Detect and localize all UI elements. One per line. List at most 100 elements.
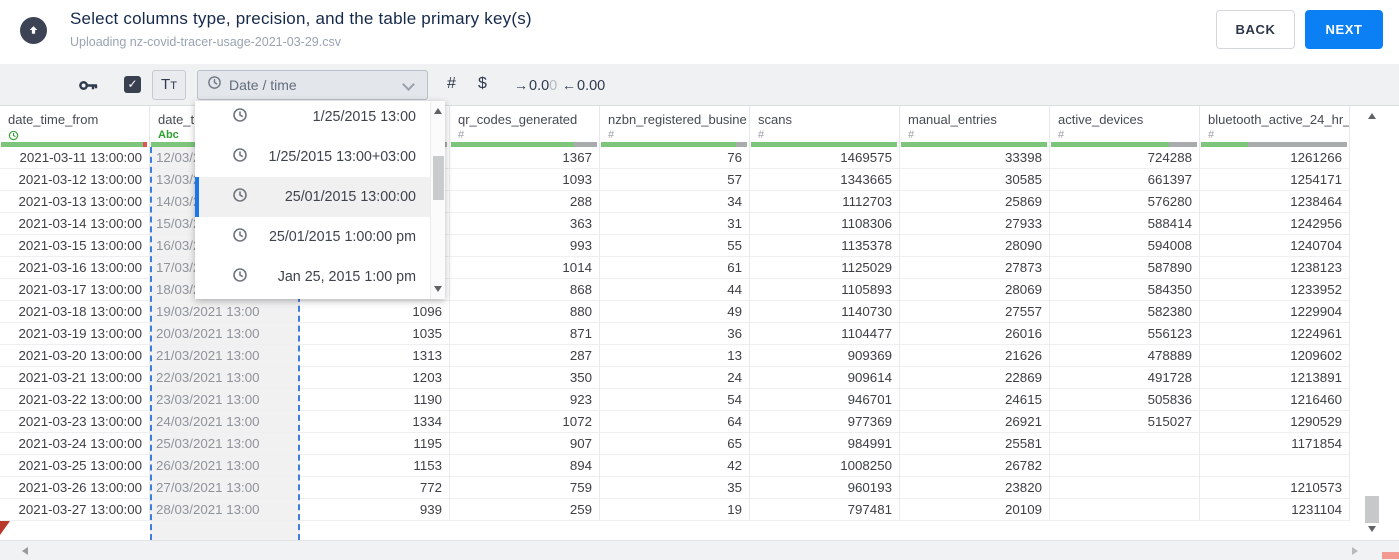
dropdown-option-label: 1/25/2015 13:00+03:00	[268, 149, 416, 165]
table-cell: 35	[600, 477, 750, 499]
table-cell: 44	[600, 279, 750, 301]
table-cell: 23/03/2021 13:00	[152, 389, 298, 411]
table-cell: 24	[600, 367, 750, 389]
next-button[interactable]: NEXT	[1305, 10, 1383, 49]
dropdown-scrollbar[interactable]	[430, 101, 445, 299]
dropdown-option-label: Jan 25, 2015 1:00 pm	[277, 269, 416, 285]
column-header[interactable]: date_time_from	[0, 106, 150, 147]
column-cells: 724288 661397 576280 588414 594008 587890 5843…	[1050, 147, 1200, 540]
dropdown-option[interactable]: 25/01/2015 13:00:00	[195, 177, 445, 217]
table-cell	[1050, 499, 1200, 521]
horizontal-scrollbar[interactable]	[0, 540, 1399, 560]
table-cell: 25/03/2021 13:00	[152, 433, 298, 455]
column-manual_entries: manual_entries #33398 30585 25869 27933 28090…	[900, 106, 1050, 540]
vertical-scrollbar-thumb[interactable]	[1365, 496, 1379, 523]
page-subtitle: Uploading nz-covid-tracer-usage-2021-03-…	[70, 35, 341, 49]
table-cell: 1108306	[750, 213, 900, 235]
table-cell: 2021-03-25 13:00:00	[0, 455, 150, 477]
dropdown-option-label: 1/25/2015 13:00	[312, 109, 416, 125]
column-header[interactable]: manual_entries #	[900, 106, 1050, 147]
dropdown-scrollbar-thumb[interactable]	[433, 156, 444, 200]
table-cell	[1050, 477, 1200, 499]
scroll-up-icon[interactable]	[1368, 113, 1376, 119]
column-header[interactable]: qr_codes_generated #	[450, 106, 600, 147]
chevron-down-icon	[402, 78, 415, 91]
table-cell: 24615	[900, 389, 1050, 411]
table-cell: 1238123	[1200, 257, 1350, 279]
table-cell: 27873	[900, 257, 1050, 279]
table-cell: 594008	[1050, 235, 1200, 257]
currency-type-button[interactable]: $	[478, 75, 487, 93]
checkbox-checked[interactable]: ✓	[124, 76, 141, 93]
table-cell: 1035	[300, 323, 450, 345]
column-header[interactable]: bluetooth_active_24_hr_ #	[1200, 106, 1350, 147]
table-cell: 993	[450, 235, 600, 257]
quality-bar-segment-gray	[1247, 142, 1347, 147]
type-select[interactable]: Date / time	[197, 70, 428, 100]
number-type-label: #	[908, 129, 915, 141]
table-cell: 25581	[900, 433, 1050, 455]
quality-bar-segment-green	[601, 142, 737, 147]
scroll-left-icon[interactable]	[22, 547, 28, 555]
table-cell: 1229904	[1200, 301, 1350, 323]
table-cell: 478889	[1050, 345, 1200, 367]
column-type-toolbar: ✓ Tt Date / time # $ →0.00 ←0.00	[0, 64, 1399, 106]
table-cell: 24/03/2021 13:00	[152, 411, 298, 433]
table-cell: 2021-03-27 13:00:00	[0, 499, 150, 521]
dropdown-option[interactable]: 25/01/2015 1:00:00 pm	[195, 217, 445, 257]
table-cell: 2021-03-14 13:00:00	[0, 213, 150, 235]
table-cell: 1343665	[750, 169, 900, 191]
decrease-precision-button[interactable]: ←0.00	[562, 77, 605, 94]
table-cell: 1233952	[1200, 279, 1350, 301]
table-cell: 909614	[750, 367, 900, 389]
back-button[interactable]: BACK	[1216, 10, 1295, 49]
table-cell: 13	[600, 345, 750, 367]
table-cell	[1200, 455, 1350, 477]
table-cell: 1153	[300, 455, 450, 477]
table-cell: 65	[600, 433, 750, 455]
quality-bar	[451, 142, 597, 147]
column-name: active_devices	[1058, 112, 1144, 127]
table-cell: 30585	[900, 169, 1050, 191]
text-type-button[interactable]: Tt	[152, 70, 186, 100]
column-name: scans	[758, 112, 792, 127]
scroll-up-icon[interactable]	[434, 108, 442, 114]
column-header[interactable]: scans #	[750, 106, 900, 147]
table-cell: 2021-03-16 13:00:00	[0, 257, 150, 279]
primary-key-icon[interactable]	[79, 79, 98, 97]
table-cell: 42	[600, 455, 750, 477]
dropdown-option[interactable]: 1/25/2015 13:00	[195, 101, 445, 137]
table-cell: 1125029	[750, 257, 900, 279]
table-cell: 871	[450, 323, 600, 345]
table-cell: 797481	[750, 499, 900, 521]
column-header[interactable]: active_devices #	[1050, 106, 1200, 147]
scroll-down-icon[interactable]	[1368, 526, 1376, 532]
table-cell: 61	[600, 257, 750, 279]
increase-precision-button[interactable]: →0.00	[514, 77, 557, 94]
table-cell: 64	[600, 411, 750, 433]
table-cell: 1096	[300, 301, 450, 323]
dropdown-option[interactable]: 1/25/2015 13:00+03:00	[195, 137, 445, 177]
quality-bar-segment-green	[1201, 142, 1248, 147]
scroll-right-icon[interactable]	[1352, 547, 1358, 555]
table-cell: 54	[600, 389, 750, 411]
table-cell: 556123	[1050, 323, 1200, 345]
table-cell: 1334	[300, 411, 450, 433]
vertical-scrollbar[interactable]	[1362, 108, 1382, 540]
scroll-down-icon[interactable]	[434, 286, 442, 292]
integer-type-button[interactable]: #	[447, 75, 456, 93]
column-header[interactable]: nzbn_registered_busine #	[600, 106, 750, 147]
quality-bar-segment-gray	[736, 142, 747, 147]
table-cell: 26782	[900, 455, 1050, 477]
table-cell: 2021-03-24 13:00:00	[0, 433, 150, 455]
dropdown-option[interactable]: Jan 25, 2015 1:00 pm	[195, 257, 445, 297]
table-cell: 1203	[300, 367, 450, 389]
table-cell: 259	[450, 499, 600, 521]
column-cells: 33398 30585 25869 27933 28090 27873 28069 27557…	[900, 147, 1050, 540]
table-cell: 34	[600, 191, 750, 213]
horizontal-scrollbar-thumb[interactable]	[1382, 552, 1399, 559]
table-cell: 1261266	[1200, 147, 1350, 169]
column-name: bluetooth_active_24_hr_	[1208, 112, 1349, 127]
table-cell: 20109	[900, 499, 1050, 521]
column-name: qr_codes_generated	[458, 112, 578, 127]
